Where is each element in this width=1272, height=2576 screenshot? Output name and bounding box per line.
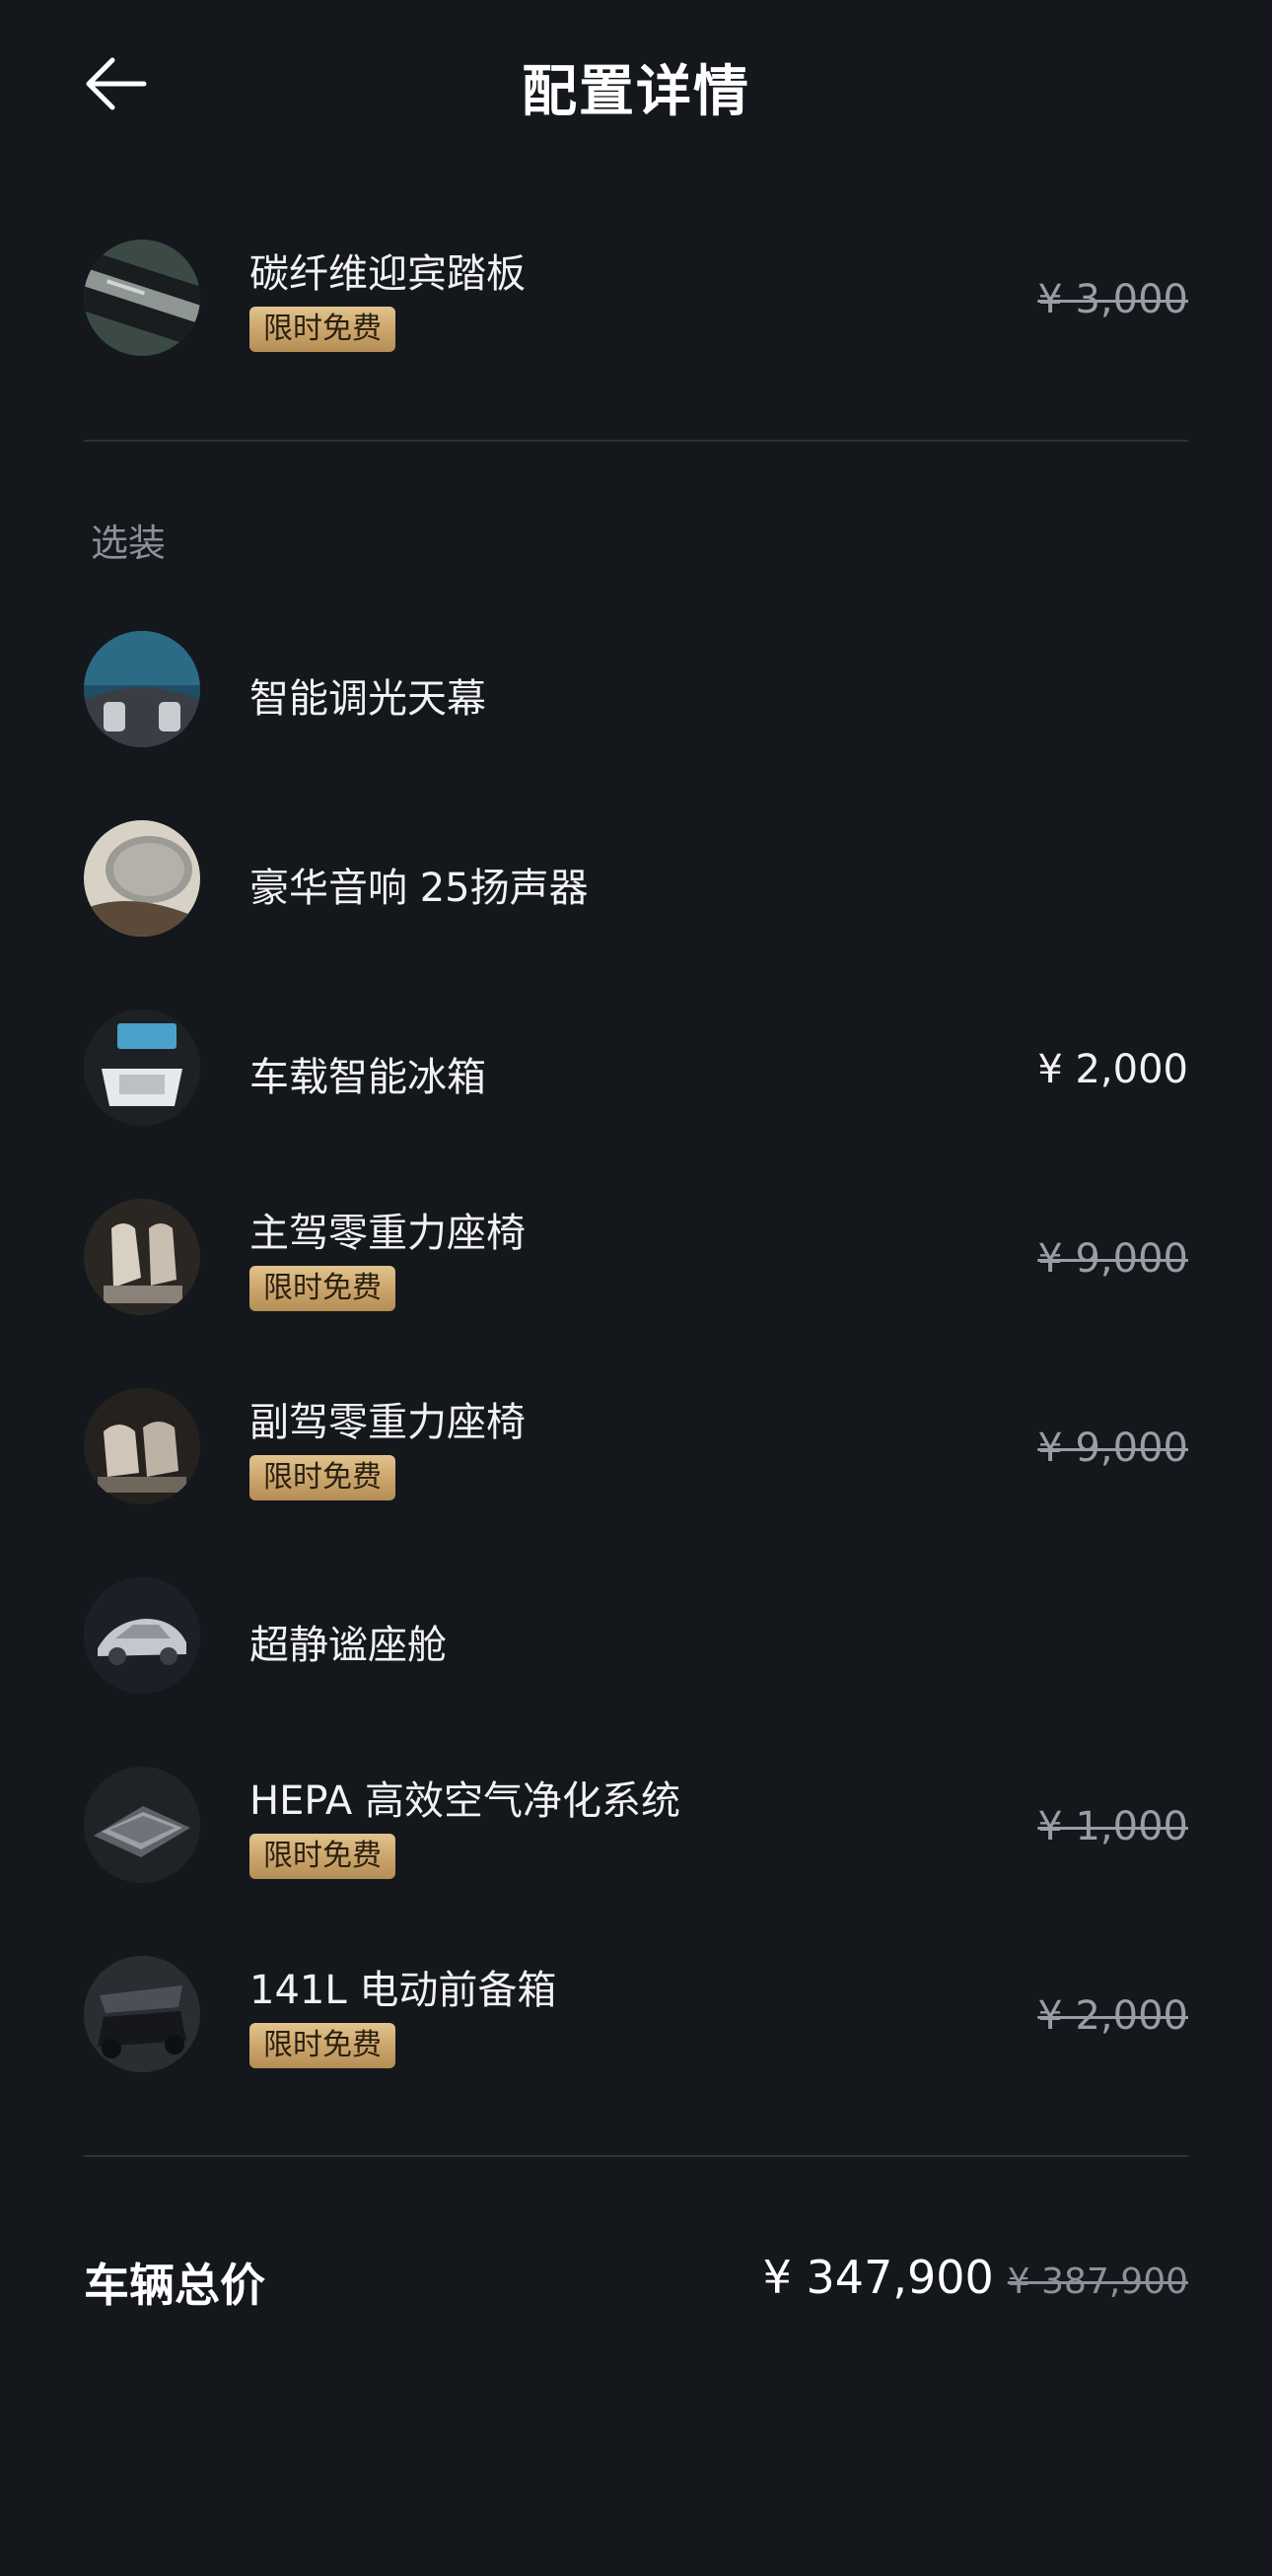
config-item-front-trunk: 141L 电动前备箱 限时免费 ¥ 2,000 <box>84 1956 1188 2074</box>
item-name: 主驾零重力座椅 <box>249 1211 526 1256</box>
page-title: 配置详情 <box>522 60 750 124</box>
limited-free-badge: 限时免费 <box>249 1834 395 1879</box>
item-price: ¥ 2,000 <box>1037 1047 1188 1092</box>
limited-free-badge: 限时免费 <box>249 2023 395 2068</box>
item-name: 车载智能冰箱 <box>249 1055 486 1100</box>
header: 配置详情 <box>0 0 1272 177</box>
smart-dimming-roof-thumbnail <box>84 631 200 747</box>
item-price: ¥ 3,000 <box>1037 277 1188 322</box>
divider <box>84 440 1188 442</box>
divider <box>84 2155 1188 2157</box>
item-price: ¥ 2,000 <box>1037 1993 1188 2039</box>
limited-free-badge: 限时免费 <box>249 1455 395 1500</box>
item-name: 141L 电动前备箱 <box>249 1968 557 2013</box>
item-price: ¥ 1,000 <box>1037 1804 1188 1849</box>
config-item-hepa-air-purifier: HEPA 高效空气净化系统 限时免费 ¥ 1,000 <box>84 1767 1188 1885</box>
total-original-price: ¥ 387,900 <box>1007 2262 1188 2302</box>
item-name: 智能调光天幕 <box>249 676 486 722</box>
hepa-filter-thumbnail <box>84 1767 200 1883</box>
config-item-carbon-sill: 碳纤维迎宾踏板 限时免费 ¥ 3,000 <box>84 240 1188 358</box>
driver-seat-thumbnail <box>84 1199 200 1315</box>
item-name: 副驾零重力座椅 <box>249 1400 526 1445</box>
item-price: ¥ 9,000 <box>1037 1236 1188 1282</box>
total-label: 车辆总价 <box>84 2259 265 2312</box>
config-item-driver-zero-gravity-seat: 主驾零重力座椅 限时免费 ¥ 9,000 <box>84 1199 1188 1317</box>
carbon-sill-thumbnail <box>84 240 200 356</box>
config-item-smart-dimming-roof: 智能调光天幕 <box>84 631 1188 749</box>
premium-audio-thumbnail <box>84 820 200 937</box>
config-item-premium-audio: 豪华音响 25扬声器 <box>84 820 1188 939</box>
passenger-seat-thumbnail <box>84 1388 200 1504</box>
section-label-optional: 选装 <box>91 522 167 565</box>
config-item-quiet-cabin: 超静谧座舱 <box>84 1577 1188 1696</box>
item-name: 超静谧座舱 <box>249 1623 447 1668</box>
limited-free-badge: 限时免费 <box>249 1266 395 1311</box>
front-trunk-thumbnail <box>84 1956 200 2072</box>
total-price: ¥ 347,900 <box>762 2251 994 2304</box>
total-price-group: ¥ 347,900 ¥ 387,900 <box>763 2251 1188 2304</box>
smart-fridge-thumbnail <box>84 1010 200 1126</box>
item-name: HEPA 高效空气净化系统 <box>249 1778 680 1824</box>
config-item-smart-fridge: 车载智能冰箱 ¥ 2,000 <box>84 1010 1188 1128</box>
quiet-cabin-thumbnail <box>84 1577 200 1694</box>
item-name: 碳纤维迎宾踏板 <box>249 251 526 297</box>
limited-free-badge: 限时免费 <box>249 307 395 352</box>
item-price: ¥ 9,000 <box>1037 1426 1188 1471</box>
item-name: 豪华音响 25扬声器 <box>249 866 589 911</box>
config-item-passenger-zero-gravity-seat: 副驾零重力座椅 限时免费 ¥ 9,000 <box>84 1388 1188 1506</box>
